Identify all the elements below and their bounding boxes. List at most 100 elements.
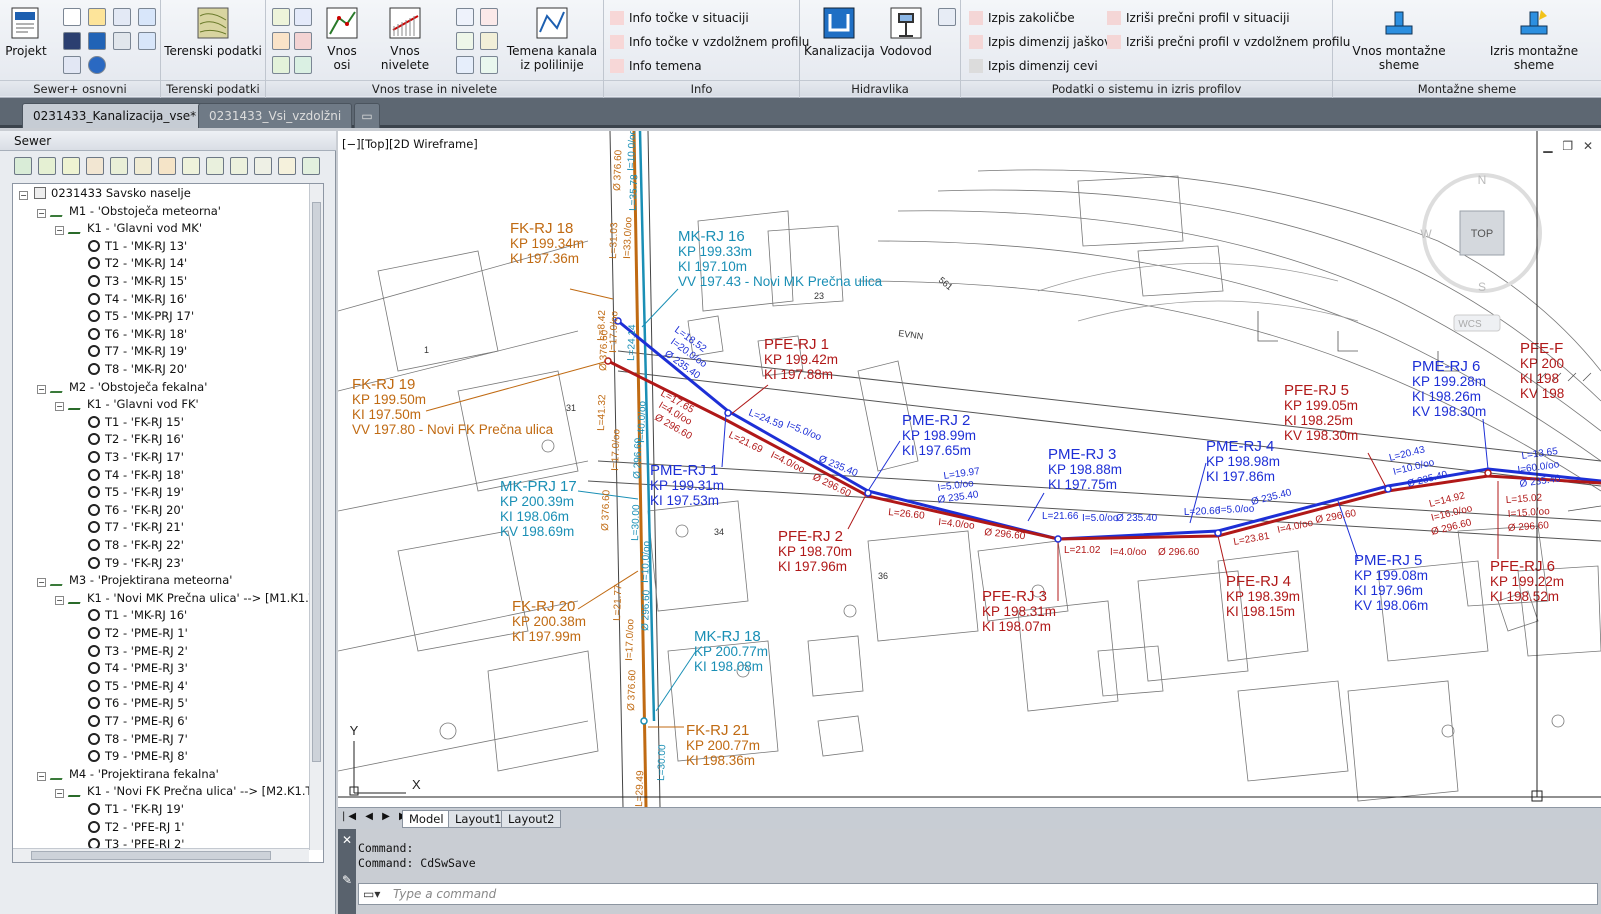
manhole-label[interactable]: PME-RJ 3 KP 198.88m KI 197.75m	[1048, 446, 1122, 492]
manhole-label[interactable]: PME-RJ 4 KP 198.98m KI 197.86m	[1206, 438, 1280, 484]
precni-situacija-button[interactable]: Izriši prečni profil v situaciji	[1107, 10, 1290, 26]
insert-vertex-icon[interactable]	[456, 8, 474, 26]
minimize-icon[interactable]: ▁	[1543, 139, 1552, 153]
hscroll-thumb[interactable]	[31, 851, 271, 860]
tree-node-pt[interactable]: T3 - 'MK-RJ 15'	[73, 273, 187, 290]
tree-axis-icon[interactable]	[62, 157, 80, 175]
tree-node-line[interactable]: − K1 - 'Novi FK Prečna ulica' --> [M2.K1.…	[55, 783, 313, 800]
drawing-viewport[interactable]: 23 31 34 36 1 EVNN 561 L=18.52 I=20.0/oo…	[338, 131, 1601, 807]
tree-node-net[interactable]: − M1 - 'Obstoječa meteorna'	[37, 203, 221, 220]
manhole-label[interactable]: PFE-RJ 2 KP 198.70m KI 197.96m	[778, 528, 852, 574]
vnos-montazne-button[interactable]: Vnos montažne sheme	[1335, 6, 1463, 72]
tree-edit-icon[interactable]	[134, 157, 152, 175]
tree-node-pt[interactable]: T4 - 'FK-RJ 18'	[73, 467, 184, 484]
tree-measure-icon[interactable]	[206, 157, 224, 175]
grid-icon[interactable]	[294, 56, 312, 74]
tree-node-pt[interactable]: T7 - 'MK-RJ 19'	[73, 343, 187, 360]
settings-circle-icon[interactable]	[88, 32, 106, 50]
viewport-controls-label[interactable]: [−][Top][2D Wireframe]	[342, 137, 478, 151]
tree-node-line[interactable]: − K1 - 'Glavni vod FK'	[55, 396, 199, 413]
tree-node-line[interactable]: − K1 - 'Novi MK Prečna ulica' --> [M1.K1.…	[55, 590, 316, 607]
manhole-label[interactable]: PFE-RJ 5 KP 199.05m KI 198.25m KV 198.30m	[1284, 382, 1358, 443]
tree-node-pt[interactable]: T5 - 'MK-PRJ 17'	[73, 308, 194, 325]
close-icon[interactable]: ✕	[1583, 139, 1593, 153]
add-point-icon[interactable]	[272, 8, 290, 26]
collapse-icon[interactable]: −	[37, 578, 46, 588]
tree-node-pt[interactable]: T7 - 'PME-RJ 6'	[73, 713, 188, 730]
tree-node-pt[interactable]: T1 - 'MK-RJ 16'	[73, 607, 187, 624]
tab-kanalizacija-vse[interactable]: 0231433_Kanalizacija_vse*✕	[22, 103, 226, 128]
tools-icon[interactable]	[113, 8, 131, 26]
close-icon[interactable]: ✕	[338, 833, 356, 847]
tab-layout1[interactable]: Layout1	[448, 810, 509, 828]
collapse-icon[interactable]: −	[19, 191, 28, 200]
manhole-label[interactable]: FK-RJ 18 KP 199.34m KI 197.36m	[510, 220, 584, 266]
collapse-icon[interactable]: −	[37, 771, 46, 781]
move-point-icon[interactable]	[272, 32, 290, 50]
vertex-profile-icon[interactable]	[480, 32, 498, 50]
tree-node-pt[interactable]: T1 - 'FK-RJ 15'	[73, 414, 184, 431]
tree-node-pt[interactable]: T9 - 'FK-RJ 23'	[73, 555, 184, 572]
vertex-table-icon[interactable]	[480, 56, 498, 74]
tree-horizontal-scrollbar[interactable]	[13, 848, 309, 862]
tree-node-net[interactable]: − M3 - 'Projektirana meteorna'	[37, 572, 232, 589]
open-folder-icon[interactable]	[88, 8, 106, 26]
view-cube[interactable]: TOP N S W WCS	[1420, 173, 1542, 332]
projekt-button[interactable]: Projekt	[4, 6, 48, 58]
tree-area-icon[interactable]	[278, 157, 296, 175]
manhole-label[interactable]: MK-RJ 18 KP 200.77m KI 198.08m	[694, 628, 768, 674]
new-icon[interactable]	[63, 8, 81, 26]
tree-node-pt[interactable]: T2 - 'FK-RJ 16'	[73, 431, 184, 448]
tree-vertical-scrollbar[interactable]	[309, 184, 323, 850]
tree-bracket-icon[interactable]	[254, 157, 272, 175]
command-prompt-icon[interactable]: ▭▾	[363, 884, 380, 904]
tab-layout2[interactable]: Layout2	[501, 810, 562, 828]
tree-node-net[interactable]: − M4 - 'Projektirana fekalna'	[37, 766, 219, 783]
tree-profile-icon[interactable]	[86, 157, 104, 175]
delete-point-icon[interactable]	[294, 8, 312, 26]
manhole-label[interactable]: PME-RJ 6 KP 199.28m KI 198.26m KV 198.30m	[1412, 358, 1486, 419]
hydraulics-settings-icon[interactable]	[938, 8, 956, 26]
layers-icon[interactable]	[138, 8, 156, 26]
vertex-edit-icon[interactable]	[456, 32, 474, 50]
collapse-icon[interactable]: −	[37, 208, 46, 218]
izpis-cevi-button[interactable]: Izpis dimenzij cevi	[969, 58, 1098, 74]
remove-vertex-icon[interactable]	[480, 8, 498, 26]
tree-chart-icon[interactable]	[158, 157, 176, 175]
manhole-label[interactable]: FK-RJ 19 KP 199.50m KI 197.50m VV 197.80 - …	[352, 376, 554, 437]
tree-node-pt[interactable]: T9 - 'PME-RJ 8'	[73, 748, 188, 765]
manhole-label[interactable]: PME-RJ 5 KP 199.08m KI 197.96m KV 198.06m	[1354, 552, 1428, 613]
manhole-label[interactable]: PFE-F KP 200 KI 198 KV 198	[1520, 340, 1564, 401]
manhole-label[interactable]: PFE-RJ 4 KP 198.39m KI 198.15m	[1226, 573, 1300, 619]
izpis-jaskov-button[interactable]: Izpis dimenzij jaškov	[969, 34, 1111, 50]
kanalizacija-button[interactable]: Kanalizacija	[804, 6, 875, 58]
manhole-label[interactable]: PME-RJ 1 KP 199.31m KI 197.53m	[650, 462, 724, 508]
precni-vzdolzni-button[interactable]: Izriši prečni profil v vzdolžnem profilu	[1107, 34, 1350, 50]
tree-node-pt[interactable]: T8 - 'FK-RJ 22'	[73, 537, 184, 554]
tree-node-pt[interactable]: T1 - 'FK-RJ 19'	[73, 801, 184, 818]
tree-node-pt[interactable]: T2 - 'PME-RJ 1'	[73, 625, 188, 642]
vnos-osi-button[interactable]: Vnos osi	[318, 6, 366, 72]
tree-node-pt[interactable]: T8 - 'PME-RJ 7'	[73, 731, 188, 748]
manhole-label[interactable]: PFE-RJ 1 KP 199.42m KI 197.88m	[764, 336, 838, 382]
izpis-zakolicbe-button[interactable]: Izpis zakoličbe	[969, 10, 1075, 26]
new-tab-button[interactable]: ▭	[354, 103, 380, 128]
info-situacija-button[interactable]: Info točke v situaciji	[610, 10, 749, 26]
tree-node-pt[interactable]: T6 - 'PME-RJ 5'	[73, 695, 188, 712]
command-input[interactable]: ▭▾ Type a command	[358, 883, 1598, 905]
tree-node-line[interactable]: − K1 - 'Glavni vod MK'	[55, 220, 202, 237]
tree-node-pt[interactable]: T8 - 'MK-RJ 20'	[73, 361, 187, 378]
user-icon[interactable]	[113, 32, 131, 50]
info-vzdolzni-button[interactable]: Info točke v vzdolžnem profilu	[610, 34, 809, 50]
restore-icon[interactable]: ❐	[1562, 139, 1573, 153]
collapse-icon[interactable]: −	[55, 595, 64, 605]
vodovod-button[interactable]: Vodovod	[878, 6, 934, 58]
vnos-nivelete-button[interactable]: Vnos nivelete	[369, 6, 441, 72]
save-icon[interactable]	[63, 32, 81, 50]
tree-node-pt[interactable]: T7 - 'FK-RJ 21'	[73, 519, 184, 536]
tree-line-icon[interactable]	[302, 157, 320, 175]
collapse-icon[interactable]: −	[37, 384, 46, 394]
tree-node-pt[interactable]: T4 - 'PME-RJ 3'	[73, 660, 188, 677]
split-icon[interactable]	[294, 32, 312, 50]
manhole-label[interactable]: PME-RJ 2 KP 198.99m KI 197.65m	[902, 412, 976, 458]
